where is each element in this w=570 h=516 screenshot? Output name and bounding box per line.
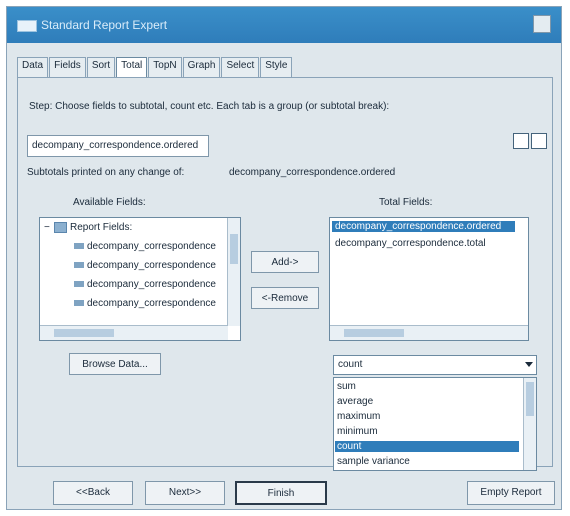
list-item[interactable]: decompany_correspondence.total bbox=[335, 238, 486, 249]
vertical-scrollbar[interactable] bbox=[227, 218, 240, 326]
dropdown-option[interactable]: average bbox=[337, 396, 373, 407]
summary-type-options[interactable]: sum average maximum minimum count sample… bbox=[333, 377, 537, 471]
tab-select[interactable]: Select bbox=[221, 57, 260, 77]
horizontal-scrollbar[interactable] bbox=[40, 325, 228, 340]
browse-data-button[interactable]: Browse Data... bbox=[69, 353, 161, 375]
next-button[interactable]: Next>> bbox=[145, 481, 225, 505]
total-fields-label: Total Fields: bbox=[379, 197, 433, 208]
tree-root-report-fields[interactable]: − Report Fields: bbox=[44, 222, 132, 233]
database-field-icon bbox=[74, 243, 84, 250]
finish-button[interactable]: Finish bbox=[235, 481, 327, 505]
scroll-thumb[interactable] bbox=[230, 234, 238, 264]
database-field-icon bbox=[74, 262, 84, 269]
tab-topn[interactable]: TopN bbox=[148, 57, 182, 77]
list-item[interactable]: decompany_correspondence.ordered bbox=[332, 221, 515, 232]
tab-data[interactable]: Data bbox=[17, 57, 49, 77]
scroll-thumb[interactable] bbox=[54, 329, 114, 337]
scroll-thumb[interactable] bbox=[344, 329, 404, 337]
subtotal-label: Subtotals printed on any change of: bbox=[27, 167, 185, 178]
dropdown-option[interactable]: minimum bbox=[337, 426, 378, 437]
vertical-scrollbar[interactable] bbox=[523, 378, 536, 470]
tab-graph[interactable]: Graph bbox=[182, 57, 221, 77]
tab-strip: Data Fields Sort Total TopN Graph Select… bbox=[17, 57, 293, 77]
horizontal-scrollbar[interactable] bbox=[330, 325, 528, 340]
report-expert-window: Standard Report Expert Data Fields Sort … bbox=[6, 6, 562, 510]
list-item[interactable]: decompany_correspondence bbox=[74, 279, 216, 290]
list-item[interactable]: decompany_correspondence bbox=[74, 298, 216, 309]
tab-fields[interactable]: Fields bbox=[49, 57, 86, 77]
window-title: Standard Report Expert bbox=[41, 18, 168, 32]
group-tab-field[interactable]: decompany_correspondence.ordered bbox=[27, 135, 209, 157]
list-item[interactable]: decompany_correspondence bbox=[74, 241, 216, 252]
summary-type-select[interactable]: count bbox=[333, 355, 537, 375]
list-item[interactable]: decompany_correspondence bbox=[74, 260, 216, 271]
remove-button[interactable]: <-Remove bbox=[251, 287, 319, 309]
tab-total[interactable]: Total bbox=[116, 57, 148, 77]
step-instruction: Step: Choose fields to subtotal, count e… bbox=[29, 101, 390, 112]
back-button[interactable]: <<Back bbox=[53, 481, 133, 505]
title-bar: Standard Report Expert bbox=[7, 7, 561, 43]
database-field-icon bbox=[74, 300, 84, 307]
chevron-down-icon[interactable] bbox=[525, 362, 533, 367]
available-fields-list[interactable]: − Report Fields: decompany_correspondence… bbox=[39, 217, 241, 341]
previous-group-button[interactable] bbox=[513, 133, 529, 149]
close-button[interactable] bbox=[533, 15, 551, 33]
dropdown-option-highlighted[interactable]: count bbox=[335, 441, 519, 452]
next-group-button[interactable] bbox=[531, 133, 547, 149]
total-fields-list[interactable]: decompany_correspondence.ordered decompa… bbox=[329, 217, 529, 341]
database-field-icon bbox=[74, 281, 84, 288]
empty-report-button[interactable]: Empty Report bbox=[467, 481, 555, 505]
tree-root-label: Report Fields: bbox=[70, 222, 133, 234]
scroll-thumb[interactable] bbox=[526, 382, 534, 416]
tab-sort[interactable]: Sort bbox=[86, 57, 116, 77]
folder-icon bbox=[54, 222, 67, 233]
dropdown-option[interactable]: sum bbox=[337, 381, 356, 392]
dropdown-option[interactable]: sample variance bbox=[337, 456, 410, 467]
summary-type-value: count bbox=[338, 359, 363, 370]
dropdown-option[interactable]: maximum bbox=[337, 411, 380, 422]
window-icon bbox=[17, 20, 37, 32]
collapse-icon[interactable]: − bbox=[44, 222, 52, 233]
subtotal-field-value: decompany_correspondence.ordered bbox=[229, 167, 396, 178]
add-button[interactable]: Add-> bbox=[251, 251, 319, 273]
tab-style[interactable]: Style bbox=[260, 57, 293, 77]
available-fields-label: Available Fields: bbox=[73, 197, 146, 208]
